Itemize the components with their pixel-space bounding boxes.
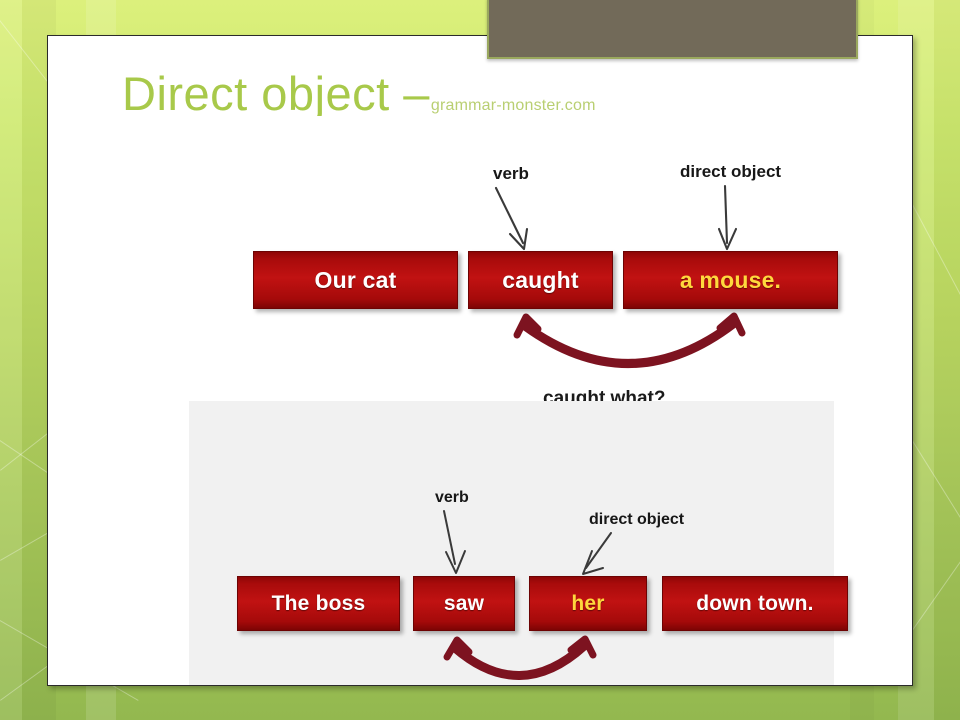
direct-object-arrow xyxy=(717,184,738,251)
label-direct-object: direct object xyxy=(680,162,782,181)
verb-arrow xyxy=(494,186,529,251)
direct-object-arrow xyxy=(582,532,612,575)
figure-direct-object-example-1: verb direct object Our cat caught a mous… xyxy=(193,116,838,409)
word-box-subject: The boss xyxy=(237,576,400,631)
word-box-direct-object: her xyxy=(529,576,647,631)
bg-band xyxy=(934,0,960,720)
title-text: Direct object – xyxy=(122,67,430,120)
word-box-adverbial: down town. xyxy=(662,576,848,631)
label-verb: verb xyxy=(435,489,469,506)
caught-what-arc xyxy=(513,312,746,368)
label-verb: verb xyxy=(493,164,529,183)
word-box-direct-object: a mouse. xyxy=(623,251,838,309)
word-box-verb: saw xyxy=(413,576,515,631)
bg-diagonal-line xyxy=(905,541,960,641)
figure-two-annotations xyxy=(443,510,612,680)
word-box-subject: Our cat xyxy=(253,251,458,309)
title-source-text: grammar-monster.com xyxy=(430,97,596,114)
label-direct-object: direct object xyxy=(589,511,685,528)
word-box-verb: caught xyxy=(468,251,613,309)
grey-redaction-block xyxy=(487,0,858,59)
slide-content-panel: Direct object – grammar-monster.com verb xyxy=(47,35,913,686)
bg-band xyxy=(0,0,22,720)
saw-what-arc xyxy=(443,635,597,680)
verb-arrow xyxy=(443,510,466,574)
figure-direct-object-example-2: verb direct object The boss saw her down… xyxy=(189,401,848,685)
page-title: Direct object – grammar-monster.com xyxy=(122,70,596,117)
